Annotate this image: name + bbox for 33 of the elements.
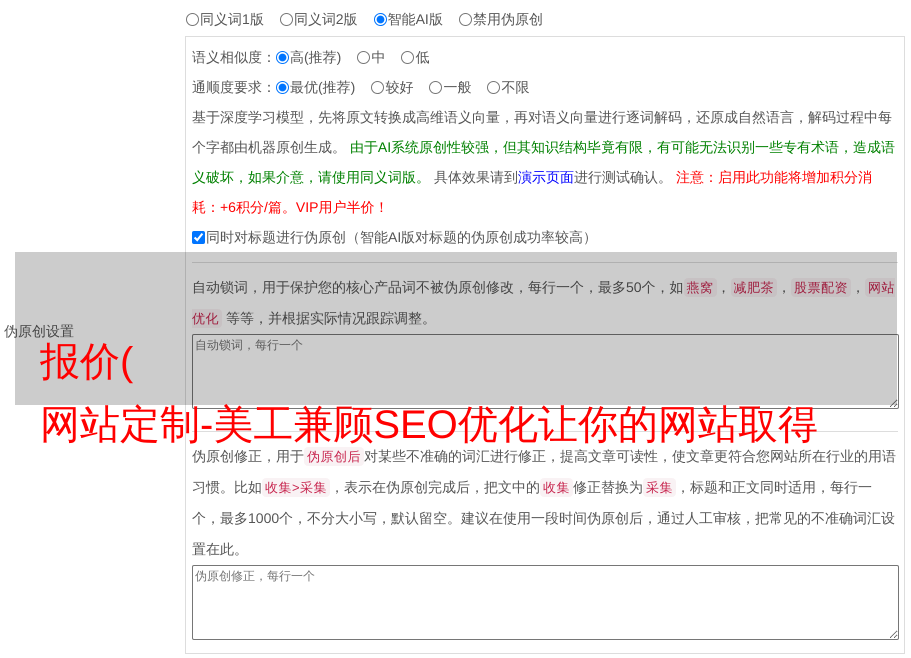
- radio-button[interactable]: [374, 12, 387, 26]
- radio-button[interactable]: [357, 50, 370, 64]
- setting-option[interactable]: 不限: [487, 76, 530, 98]
- section-label: 伪原创设置: [4, 322, 74, 340]
- corrections-field[interactable]: 伪原创修正，每行一个: [192, 565, 899, 640]
- overlay-title: 报价(: [40, 340, 134, 384]
- setting-option[interactable]: 一般: [429, 76, 472, 98]
- radio-button[interactable]: [371, 80, 384, 94]
- mode-option[interactable]: 智能AI版: [374, 8, 443, 30]
- setting-option[interactable]: 较好: [371, 76, 414, 98]
- setting-option[interactable]: 高(推荐): [276, 46, 342, 68]
- description-text: 基于深度学习模型，先将原文转换成高维语义向量，再对语义向量进行逐词解码，还原成自然语言，解码过程中每个字都由机器原创生成。 由于AI系统原创性较强，但其知识结构毕竟有限，有可能无法识别一些专有术语，造成语义破坏，如果介意，请使用同义词版。 具体效果请到演示页面进行测试确认。 注意：启用此功能将增加积分消耗：+6积分/篇。VIP用户半价！: [192, 108, 896, 217]
- corrections-description: 伪原创修正，用于 伪原创后 对某些不准确的词汇进行修正，提高文章可读性，使文章更符合您网站所在行业的用语习惯。比如 收集>采集 ，表示在伪原创完成后，把文中的 收集 修正替换为 采集 ，标题和正文同时适用，每行一个，最多1000个，不分大小写，默认留空。建议在使用一段时间伪原创后，通过人工审核，把常见的不准确词汇设置在此。: [192, 446, 897, 559]
- radio-button[interactable]: [276, 80, 289, 94]
- lock-words-description: 自动锁词，用于保护您的核心产品词不被伪原创修改，每行一个，最多50个，如 燕窝 ， 减肥茶 ， 股票配资 ， 网站优化 等等，并根据实际情况跟踪调整。: [192, 277, 896, 330]
- setting-option[interactable]: 最优(推荐): [276, 76, 356, 98]
- mode-option[interactable]: 同义词1版: [186, 8, 264, 30]
- radio-button[interactable]: [487, 80, 500, 94]
- radio-button[interactable]: [429, 80, 442, 94]
- setting-option[interactable]: 低: [401, 46, 430, 68]
- radio-button[interactable]: [458, 12, 472, 26]
- setting-label: 通顺度要求：: [192, 78, 276, 96]
- demo-page-link[interactable]: 演示页面: [518, 169, 574, 185]
- setting-option[interactable]: 中: [357, 46, 386, 68]
- mode-option[interactable]: 同义词2版: [280, 8, 358, 30]
- mode-option[interactable]: 禁用伪原创: [458, 8, 543, 30]
- radio-button[interactable]: [276, 50, 289, 64]
- radio-button[interactable]: [186, 12, 199, 26]
- title-option[interactable]: 同时对标题进行伪原创（智能AI版对标题的伪原创成功率较高）: [192, 222, 898, 252]
- checkbox[interactable]: [192, 230, 205, 244]
- radio-button[interactable]: [280, 12, 293, 26]
- radio-button[interactable]: [401, 50, 414, 64]
- setting-label: 语义相似度：: [192, 48, 276, 66]
